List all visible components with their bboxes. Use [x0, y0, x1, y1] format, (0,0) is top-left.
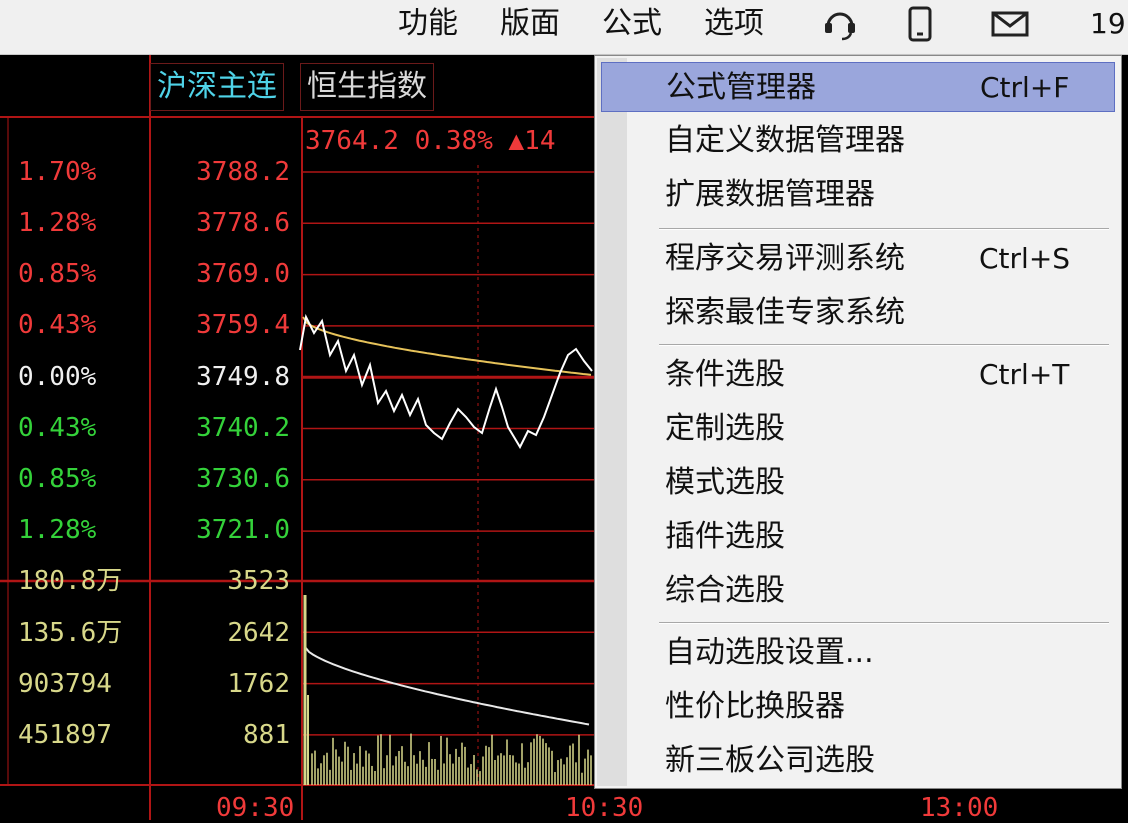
volume-axis-right: 1762	[227, 669, 290, 699]
menu-item-label: 综合选股	[665, 573, 785, 608]
volume-average-line	[304, 646, 590, 726]
quote-arrow-icon: ▲	[508, 126, 525, 156]
menu-separator	[659, 344, 1109, 346]
menu-item-label: 扩展数据管理器	[665, 177, 875, 212]
menu-item-condition-screen[interactable]: 条件选股 Ctrl+T	[601, 350, 1115, 400]
header-quote: 3764.2 0.38% ▲14	[305, 126, 555, 156]
time-label: 10:30	[565, 793, 644, 823]
volume-axis-right: 2642	[227, 618, 290, 648]
axis-pct: 0.85%	[18, 259, 97, 289]
axis-pct: 1.28%	[18, 515, 97, 545]
menu-item-label: 新三板公司选股	[665, 743, 875, 778]
menu-options[interactable]: 选项	[704, 6, 764, 42]
menu-function[interactable]: 功能	[398, 6, 458, 42]
axis-price: 3788.2	[196, 157, 290, 187]
menu-item-custom-screen[interactable]: 定制选股	[601, 404, 1115, 454]
menu-item-combined-screen[interactable]: 综合选股	[601, 566, 1115, 616]
formula-dropdown-menu: 公式管理器 Ctrl+F 自定义数据管理器 扩展数据管理器 程序交易评测系统 C…	[594, 55, 1122, 789]
volume-axis-right: 881	[243, 720, 290, 750]
axis-pct: 0.00%	[18, 362, 97, 392]
menu-item-label: 公式管理器	[666, 70, 816, 105]
menu-separator	[659, 228, 1109, 230]
menu-item-label: 程序交易评测系统	[665, 241, 905, 276]
volume-axis-left: 135.6万	[18, 618, 123, 648]
axis-pct: 1.70%	[18, 157, 97, 187]
volume-axis-left: 903794	[18, 669, 112, 699]
clock: 19	[1090, 7, 1126, 40]
menu-item-formula-manager[interactable]: 公式管理器 Ctrl+F	[601, 62, 1115, 112]
menu-layout[interactable]: 版面	[500, 6, 560, 42]
tab-csi-main[interactable]: 沪深主连	[150, 63, 284, 111]
axis-price: 3759.4	[196, 310, 290, 340]
axis-price: 3730.6	[196, 464, 290, 494]
axis-pct: 0.85%	[18, 464, 97, 494]
menu-item-label: 性价比换股器	[665, 689, 845, 724]
menu-item-label: 模式选股	[665, 465, 785, 500]
menu-item-shortcut: Ctrl+S	[979, 242, 1071, 275]
menu-item-label: 定制选股	[665, 411, 785, 446]
menu-item-auto-screen-settings[interactable]: 自动选股设置...	[601, 628, 1115, 678]
menu-item-label: 自动选股设置...	[665, 635, 874, 670]
tab-hang-seng[interactable]: 恒生指数	[300, 63, 434, 111]
menu-item-label: 条件选股	[665, 357, 785, 392]
headset-icon[interactable]	[820, 6, 860, 42]
menu-item-shortcut: Ctrl+T	[979, 358, 1070, 391]
menu-item-label: 探索最佳专家系统	[665, 295, 905, 330]
axis-price: 3769.0	[196, 259, 290, 289]
axis-price: 3721.0	[196, 515, 290, 545]
menu-item-expert-system[interactable]: 探索最佳专家系统	[601, 288, 1115, 338]
menu-item-value-switcher[interactable]: 性价比换股器	[601, 682, 1115, 732]
menu-item-extended-data-manager[interactable]: 扩展数据管理器	[601, 170, 1115, 220]
menu-item-plugin-screen[interactable]: 插件选股	[601, 512, 1115, 562]
axis-pct: 0.43%	[18, 413, 97, 443]
axis-price: 3749.8	[196, 362, 290, 392]
axis-price: 3778.6	[196, 208, 290, 238]
menu-item-custom-data-manager[interactable]: 自定义数据管理器	[601, 116, 1115, 166]
menu-item-program-trading-eval[interactable]: 程序交易评测系统 Ctrl+S	[601, 234, 1115, 284]
mail-icon[interactable]	[990, 6, 1030, 42]
quote-price: 3764.2	[305, 126, 399, 156]
volume-axis-right: 3523	[227, 566, 290, 596]
menu-item-neeq-screen[interactable]: 新三板公司选股	[601, 736, 1115, 786]
quote-change: 14	[524, 126, 556, 156]
menu-item-pattern-screen[interactable]: 模式选股	[601, 458, 1115, 508]
quote-change-pct: 0.38%	[414, 126, 493, 156]
menu-item-shortcut: Ctrl+F	[980, 71, 1070, 104]
menu-bar: 功能 版面 公式 选项 19	[0, 0, 1128, 55]
menu-item-label: 插件选股	[665, 519, 785, 554]
menu-separator	[659, 622, 1109, 624]
volume-axis-left: 180.8万	[18, 566, 123, 596]
time-label: 09:30	[216, 793, 295, 823]
axis-price: 3740.2	[196, 413, 290, 443]
axis-pct: 0.43%	[18, 310, 97, 340]
axis-pct: 1.28%	[18, 208, 97, 238]
menu-formula[interactable]: 公式	[602, 6, 662, 42]
menu-item-label: 自定义数据管理器	[665, 123, 905, 158]
time-label: 13:00	[920, 793, 999, 823]
phone-icon[interactable]	[900, 6, 940, 42]
volume-axis-left: 451897	[18, 720, 112, 750]
